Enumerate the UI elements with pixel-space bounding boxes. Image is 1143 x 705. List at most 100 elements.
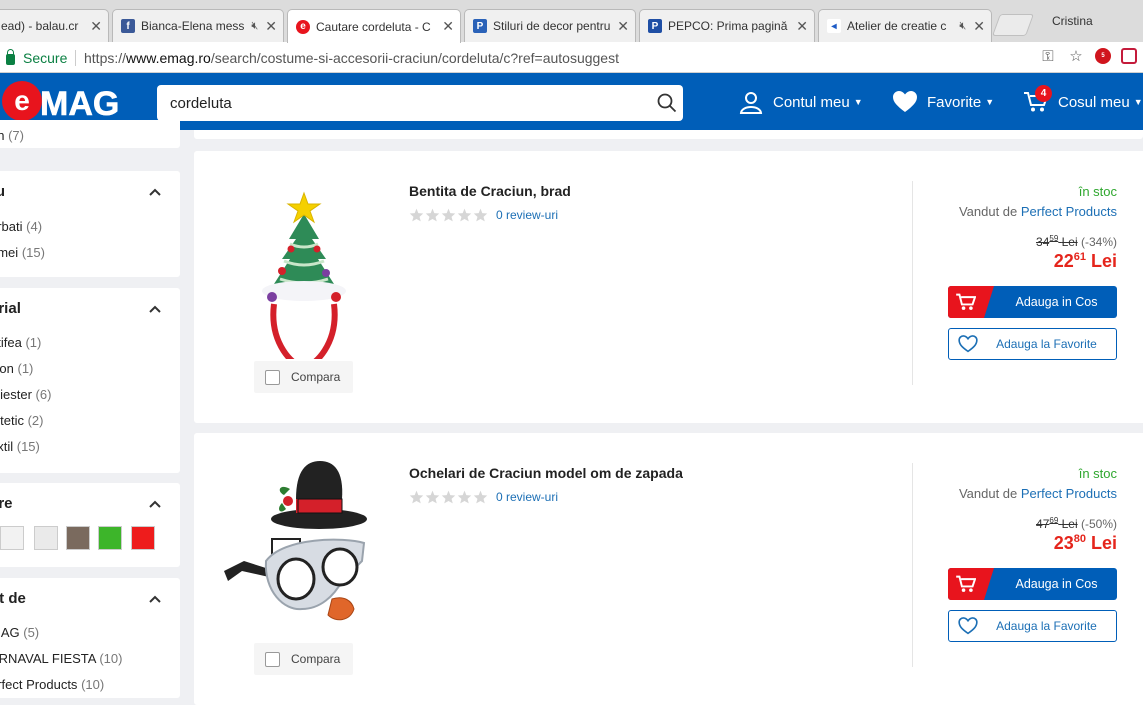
muted-speaker-icon[interactable]: 🔇︎ (251, 20, 258, 33)
chevron-up-icon[interactable] (148, 497, 162, 511)
old-price: 4769 Lei (-50%) (1036, 516, 1117, 531)
seller-info: Vandut de Perfect Products (959, 486, 1117, 501)
add-to-cart-button[interactable]: Adauga in Cos (948, 286, 1117, 318)
close-tab-icon[interactable]: ✕ (90, 18, 102, 35)
old-price-dec: 69 (1049, 516, 1059, 525)
browser-tab[interactable]: P Stiluri de decor pentru ✕ (464, 9, 636, 42)
product-card: Compara Bentita de Craciun, brad 0 revie… (194, 151, 1143, 423)
key-icon[interactable]: ⚿ (1039, 47, 1057, 65)
chevron-up-icon[interactable] (148, 185, 162, 199)
color-swatch-brown[interactable] (66, 526, 90, 550)
filter-group-title[interactable]: ru (0, 183, 5, 200)
chevron-up-icon[interactable] (148, 592, 162, 606)
favorites-menu[interactable]: Favorite ▼ (893, 90, 994, 114)
filter-option-count: (2) (27, 413, 44, 428)
seller-link[interactable]: Perfect Products (1021, 486, 1117, 501)
cart-menu[interactable]: 4 Cosul meu ▼ (1024, 85, 1143, 114)
filter-option-label: arbati (0, 219, 23, 234)
account-label: Contul meu (773, 93, 850, 111)
add-to-favorites-button[interactable]: Adauga la Favorite (948, 328, 1117, 360)
price-dec: 61 (1073, 251, 1086, 263)
compare-label: Compara (291, 370, 341, 384)
filter-option[interactable]: en (7) (0, 128, 24, 143)
filter-option[interactable]: arbati (4) (0, 219, 42, 234)
old-price-dec: 59 (1049, 234, 1059, 243)
bookmark-star-icon[interactable]: ☆ (1067, 47, 1085, 65)
seller-link[interactable]: Perfect Products (1021, 204, 1117, 219)
star-rating (409, 490, 488, 504)
lock-icon (6, 48, 15, 65)
filter-group: erial atifea (1) ylon (1) oliester (6) i… (0, 288, 180, 473)
extension-icon[interactable] (1121, 48, 1137, 64)
filter-option[interactable]: erfect Products (10) (0, 677, 104, 692)
product-title[interactable]: Bentita de Craciun, brad (409, 183, 571, 199)
compare-checkbox[interactable] (265, 369, 280, 385)
product-image-snowman-glasses[interactable] (224, 451, 384, 641)
filter-option[interactable]: atifea (1) (0, 335, 41, 350)
cart-icon (956, 293, 976, 310)
carrefour-icon: ◂ (827, 19, 841, 33)
heart-outline-icon (953, 335, 983, 353)
filter-option[interactable]: ylon (1) (0, 361, 33, 376)
address-bar[interactable]: Secure https://www.emag.ro/search/costum… (0, 42, 1143, 73)
reviews-link[interactable]: 0 review-uri (496, 208, 558, 222)
filter-option-count: (5) (23, 625, 40, 640)
svg-text:MAG: MAG (40, 85, 119, 121)
emag-logo[interactable]: e MAG (0, 81, 140, 121)
browser-tab-active[interactable]: e Cautare cordeluta - C ✕ (287, 9, 461, 43)
browser-tab[interactable]: f Bianca-Elena mess 🔇︎ ✕ (112, 9, 284, 42)
profile-name[interactable]: Cristina (1052, 14, 1093, 28)
p-icon: P (473, 19, 487, 33)
close-tab-icon[interactable]: ✕ (973, 18, 985, 35)
price-int: 22 (1053, 251, 1074, 271)
add-to-cart-button[interactable]: Adauga in Cos (948, 568, 1117, 600)
filter-option[interactable]: intetic (2) (0, 413, 43, 428)
close-tab-icon[interactable]: ✕ (617, 18, 629, 35)
browser-tab[interactable]: P PEPCO: Prima pagină ✕ (639, 9, 815, 42)
star-icon (409, 490, 424, 504)
filter-group-title[interactable]: are (0, 495, 13, 512)
add-to-favorites-label: Adauga la Favorite (996, 619, 1097, 633)
filter-option[interactable]: oliester (6) (0, 387, 51, 402)
close-tab-icon[interactable]: ✕ (265, 18, 277, 35)
browser-tab[interactable]: ead) - balau.cr ✕ (0, 9, 109, 42)
filter-option[interactable]: ARNAVAL FIESTA (10) (0, 651, 122, 666)
filter-group-title[interactable]: erial (0, 300, 21, 317)
account-menu[interactable]: Contul meu ▼ (739, 90, 863, 114)
filter-option[interactable]: MAG (5) (0, 625, 39, 640)
svg-text:e: e (14, 85, 30, 116)
filter-option[interactable]: extil (15) (0, 439, 40, 454)
close-tab-icon[interactable]: ✕ (442, 18, 454, 35)
close-tab-icon[interactable]: ✕ (796, 18, 808, 35)
adblock-icon[interactable]: 5 (1095, 48, 1111, 64)
compare-toggle[interactable]: Compara (254, 643, 353, 675)
browser-tab[interactable]: ◂ Atelier de creatie c 🔇︎ ✕ (818, 9, 992, 42)
filter-option-label: extil (0, 439, 14, 454)
chevron-up-icon[interactable] (148, 302, 162, 316)
new-tab-button[interactable] (991, 14, 1035, 36)
secure-indicator[interactable]: Secure (6, 48, 67, 66)
color-swatch-silver[interactable] (0, 526, 24, 550)
filter-option[interactable]: emei (15) (0, 245, 45, 260)
filter-group: ut de MAG (5) ARNAVAL FIESTA (10) erfect… (0, 578, 180, 698)
star-icon (457, 208, 472, 222)
product-title[interactable]: Ochelari de Craciun model om de zapada (409, 465, 683, 481)
url-text[interactable]: https://www.emag.ro/search/costume-si-ac… (84, 50, 619, 66)
filter-group-title[interactable]: ut de (0, 590, 26, 607)
color-swatch-red[interactable] (131, 526, 155, 550)
product-image-tree-headband[interactable] (224, 169, 384, 359)
add-to-favorites-button[interactable]: Adauga la Favorite (948, 610, 1117, 642)
compare-label: Compara (291, 652, 341, 666)
seller-prefix: Vandut de (958, 486, 1018, 501)
search-icon[interactable] (657, 93, 677, 113)
cart-icon-box (948, 568, 994, 600)
search-input[interactable] (157, 85, 637, 121)
caret-down-icon: ▼ (1133, 97, 1143, 107)
old-price-int: 34 (1036, 235, 1050, 249)
reviews-link[interactable]: 0 review-uri (496, 490, 558, 504)
muted-speaker-icon[interactable]: 🔇︎ (959, 20, 966, 33)
compare-toggle[interactable]: Compara (254, 361, 353, 393)
compare-checkbox[interactable] (265, 651, 280, 667)
color-swatch-green[interactable] (98, 526, 122, 550)
color-swatch-white[interactable] (34, 526, 58, 550)
